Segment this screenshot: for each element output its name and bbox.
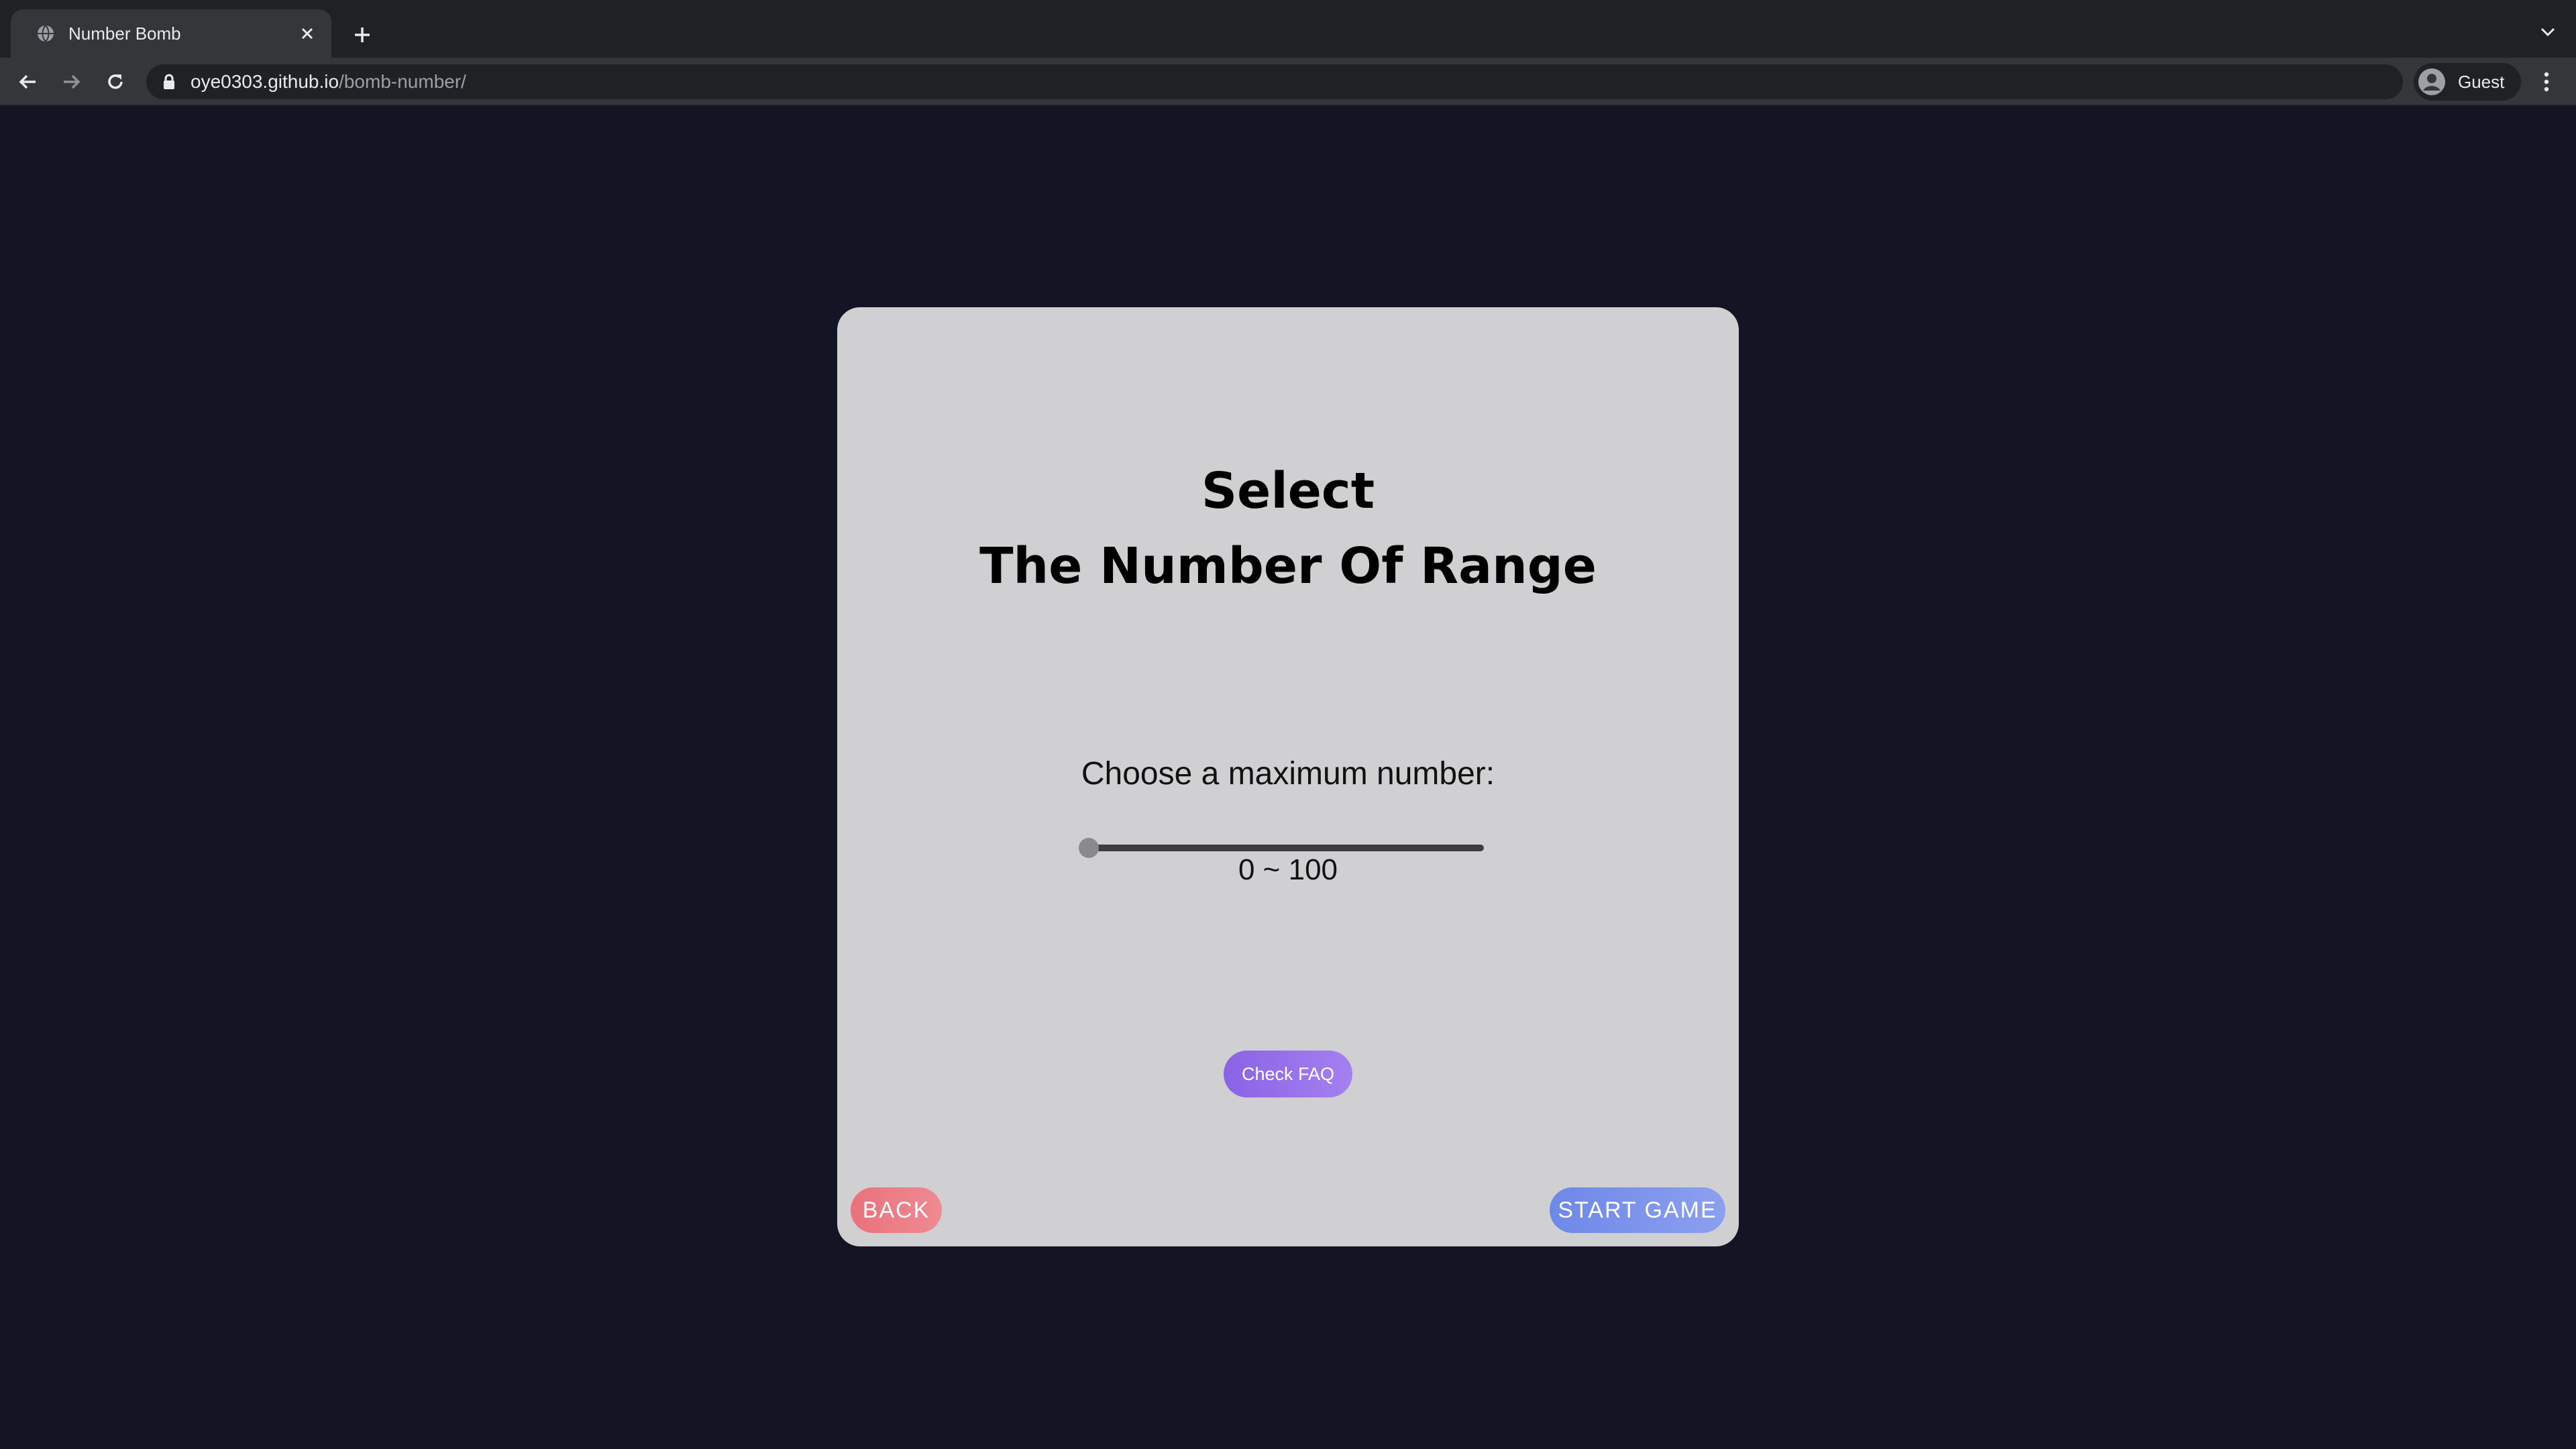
profile-label: Guest [2458,72,2505,92]
profile-button[interactable]: Guest [2414,63,2521,101]
chevron-down-icon [2540,28,2555,37]
back-nav-button[interactable] [12,66,44,98]
more-vert-icon [2544,72,2549,92]
globe-icon [38,25,54,42]
check-faq-button[interactable]: Check FAQ [1224,1051,1352,1097]
page-title: Select The Number Of Range [837,453,1739,604]
range-value: 0 ~ 100 [1238,853,1338,886]
reload-icon [108,74,123,89]
title-line-2: The Number Of Range [979,537,1597,595]
reload-button[interactable] [99,66,131,98]
arrow-right-icon [64,74,80,89]
start-game-button[interactable]: START GAME [1550,1187,1725,1233]
tab-search-button[interactable] [2534,19,2561,46]
url-text: oye0303.github.io/bomb-number/ [191,64,466,99]
forward-nav-button[interactable] [55,66,87,98]
browser-toolbar: oye0303.github.io/bomb-number/ Guest [0,58,2576,106]
avatar-icon [2418,68,2445,95]
range-label: Choose a maximum number: [1081,756,1495,792]
lock-icon [164,74,174,89]
range-card: Select The Number Of Range Choose a maxi… [837,307,1739,1246]
arrow-left-icon [19,74,36,89]
tab-close-button[interactable] [295,21,319,46]
url-path: /bomb-number/ [339,71,466,92]
browser-menu-button[interactable] [2530,66,2563,98]
new-tab-button[interactable] [346,19,378,51]
address-bar[interactable]: oye0303.github.io/bomb-number/ [146,64,2403,99]
plus-icon [355,28,370,42]
tab-title: Number Bomb [68,23,181,44]
slider-track[interactable] [1081,845,1484,851]
url-domain: oye0303.github.io [191,71,339,92]
browser-tab[interactable]: Number Bomb [11,9,331,58]
close-icon [301,28,313,40]
back-button[interactable]: BACK [851,1187,942,1233]
browser-tabstrip: Number Bomb [0,0,2576,58]
title-line-1: Select [1201,462,1375,520]
